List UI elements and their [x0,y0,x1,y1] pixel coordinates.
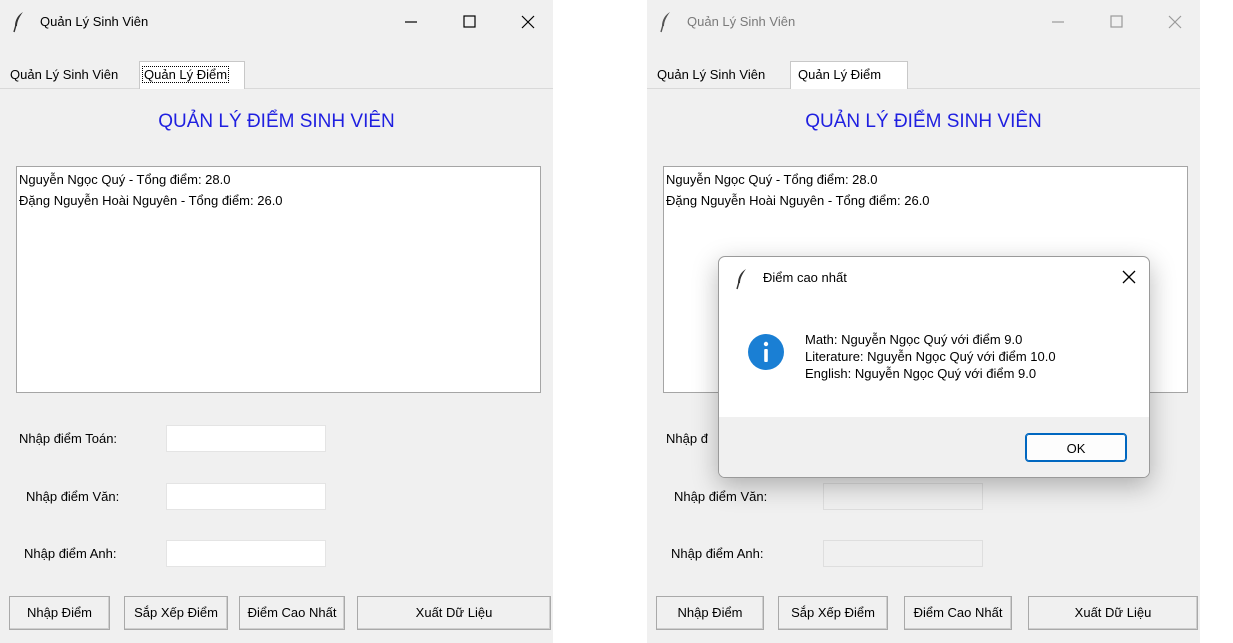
dialog-message-english: English: Nguyễn Ngọc Quý với điểm 9.0 [805,366,1037,381]
tab-strip-line [0,88,553,89]
title-bar: Quản Lý Sinh Viên [0,0,553,44]
enter-grades-button[interactable]: Nhập Điểm [9,596,110,630]
dialog-footer: OK [719,417,1149,477]
tab-student-management[interactable]: Quản Lý Sinh Viên [8,64,120,88]
english-label: Nhập điểm Anh: [24,546,117,561]
feather-icon [660,12,670,33]
highest-grade-button[interactable]: Điểm Cao Nhất [904,596,1012,630]
literature-input[interactable] [166,483,326,510]
page-title: QUẢN LÝ ĐIỂM SINH VIÊN [805,111,1042,132]
info-icon [748,334,784,370]
enter-grades-button[interactable]: Nhập Điểm [656,596,764,630]
page-title: QUẢN LÝ ĐIỂM SINH VIÊN [158,111,395,132]
tab-grade-management[interactable]: Quản Lý Điểm [139,61,245,89]
highest-grade-button[interactable]: Điểm Cao Nhất [239,596,345,630]
list-item[interactable]: Đặng Nguyễn Hoài Nguyên - Tổng điểm: 26.… [19,193,283,208]
close-icon[interactable] [1161,12,1189,32]
english-input[interactable] [823,540,983,567]
dialog-message-math: Math: Nguyễn Ngọc Quý với điểm 9.0 [805,332,1023,347]
dialog-title: Điểm cao nhất [763,270,847,285]
english-label: Nhập điểm Anh: [671,546,764,561]
math-label: Nhập điểm Toán: [19,431,118,446]
math-label: Nhập đ [666,431,708,446]
title-bar: Quản Lý Sinh Viên [647,0,1200,44]
highest-grade-dialog: Điểm cao nhất Math: Nguyễn Ngọc Quý với … [718,256,1150,478]
ok-button[interactable]: OK [1025,433,1127,462]
minimize-icon[interactable] [1044,12,1072,32]
english-input[interactable] [166,540,326,567]
literature-label: Nhập điểm Văn: [674,489,768,504]
window-title: Quản Lý Sinh Viên [687,14,796,29]
export-data-button[interactable]: Xuất Dữ Liệu [357,596,551,630]
list-item[interactable]: Nguyễn Ngọc Quý - Tổng điểm: 28.0 [666,172,878,187]
close-icon[interactable] [1119,267,1139,287]
maximize-icon[interactable] [1102,12,1130,32]
export-data-button[interactable]: Xuất Dữ Liệu [1028,596,1198,630]
list-item[interactable]: Đặng Nguyễn Hoài Nguyên - Tổng điểm: 26.… [666,193,930,208]
minimize-icon[interactable] [397,12,425,32]
math-input[interactable] [166,425,326,452]
tab-strip-line [647,88,1200,89]
maximize-icon[interactable] [455,12,483,32]
student-listbox[interactable]: Nguyễn Ngọc Quý - Tổng điểm: 28.0 Đặng N… [16,166,541,393]
tab-grade-management[interactable]: Quản Lý Điểm [790,61,908,89]
list-item[interactable]: Nguyễn Ngọc Quý - Tổng điểm: 28.0 [19,172,231,187]
tab-student-management[interactable]: Quản Lý Sinh Viên [655,64,767,88]
literature-input[interactable] [823,483,983,510]
literature-label: Nhập điểm Văn: [26,489,120,504]
tab-label: Quản Lý Điểm [142,66,230,83]
dialog-message-literature: Literature: Nguyễn Ngọc Quý với điểm 10.… [805,349,1056,364]
close-icon[interactable] [514,12,542,32]
window-title: Quản Lý Sinh Viên [40,14,149,29]
feather-icon [736,269,746,290]
feather-icon [13,12,23,33]
sort-grades-button[interactable]: Sắp Xếp Điểm [778,596,888,630]
sort-grades-button[interactable]: Sắp Xếp Điểm [124,596,228,630]
main-window-left: Quản Lý Sinh Viên Quản Lý Sinh Viên Quản… [0,0,553,643]
